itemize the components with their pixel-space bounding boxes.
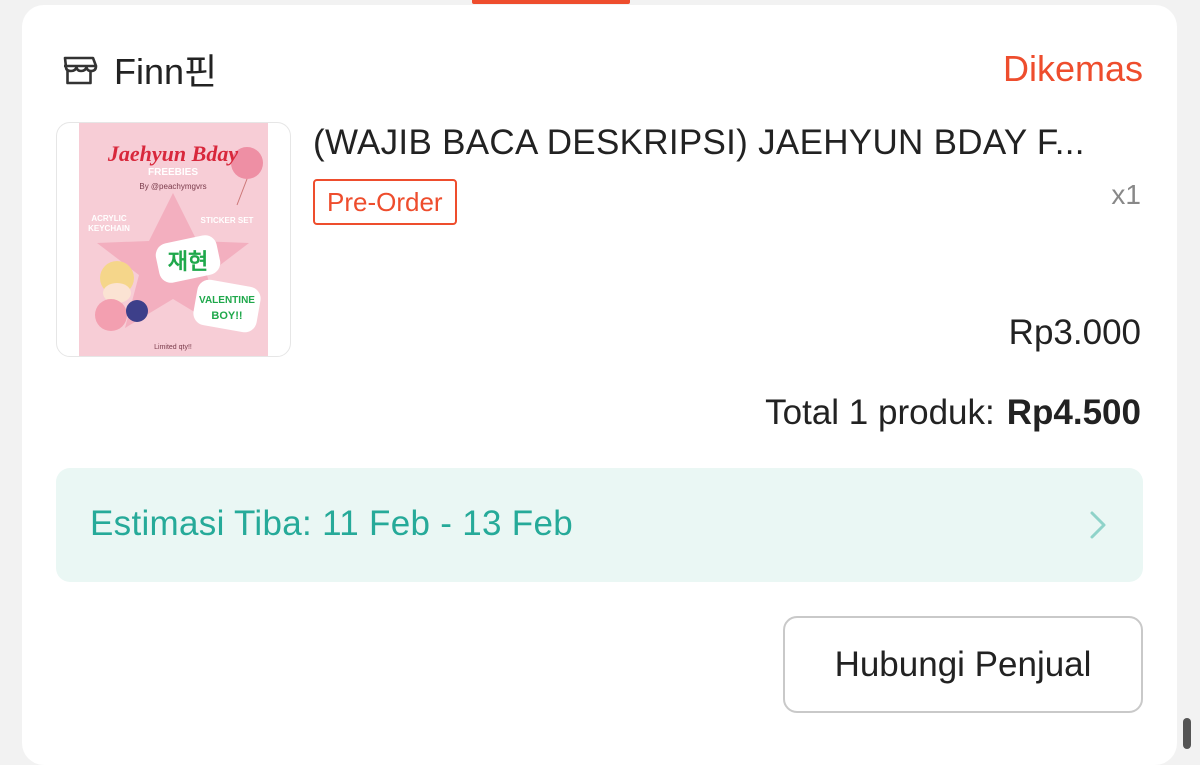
product-price: Rp3.000 [1008,313,1141,352]
image-title: Jaehyun Bday [107,141,238,166]
estimated-arrival-text: Estimasi Tiba: 11 Feb - 13 Feb [90,504,574,543]
estimated-arrival-row[interactable]: Estimasi Tiba: 11 Feb - 13 Feb [56,468,1143,582]
scrollbar[interactable] [1183,718,1191,749]
product-title[interactable]: (WAJIB BACA DESKRIPSI) JAEHYUN BDAY F... [313,123,1143,163]
product-image: Jaehyun Bday FREEBIES By @peachymgvrs AC… [79,123,268,356]
image-by: By @peachymgvrs [139,182,206,191]
shop-name[interactable]: Finn핀 [114,43,217,95]
total-amount: Rp4.500 [1006,393,1141,432]
chevron-right-icon [1090,511,1106,539]
preorder-badge: Pre-Order [313,179,457,225]
order-total: Total 1 produk: Rp4.500 [765,393,1141,433]
order-card[interactable]: Finn핀 Dikemas Jaehyun Bday FREEBIES By @… [22,5,1177,765]
shop-header: Finn핀 Dikemas [60,41,1143,97]
image-left-label-2: KEYCHAIN [88,224,130,233]
image-sticker-line-1: VALENTINE [199,295,255,306]
store-icon [63,56,98,85]
image-subtitle: FREEBIES [148,167,198,178]
product-quantity: x1 [1111,179,1141,210]
image-footer: Limited qty!! [154,344,192,351]
image-sticker-korean: 재현 [168,250,208,275]
product-thumbnail[interactable]: Jaehyun Bday FREEBIES By @peachymgvrs AC… [56,122,291,357]
shop-link[interactable]: Finn핀 [60,43,217,95]
total-label: Total 1 produk: [765,393,995,432]
image-left-label-1: ACRYLIC [91,214,126,223]
tab-indicator [472,0,630,4]
image-right-label: STICKER SET [201,216,254,225]
contact-seller-button[interactable]: Hubungi Penjual [783,616,1143,713]
image-sticker-line-2: BOY!! [211,310,242,322]
order-status: Dikemas [1002,48,1143,89]
